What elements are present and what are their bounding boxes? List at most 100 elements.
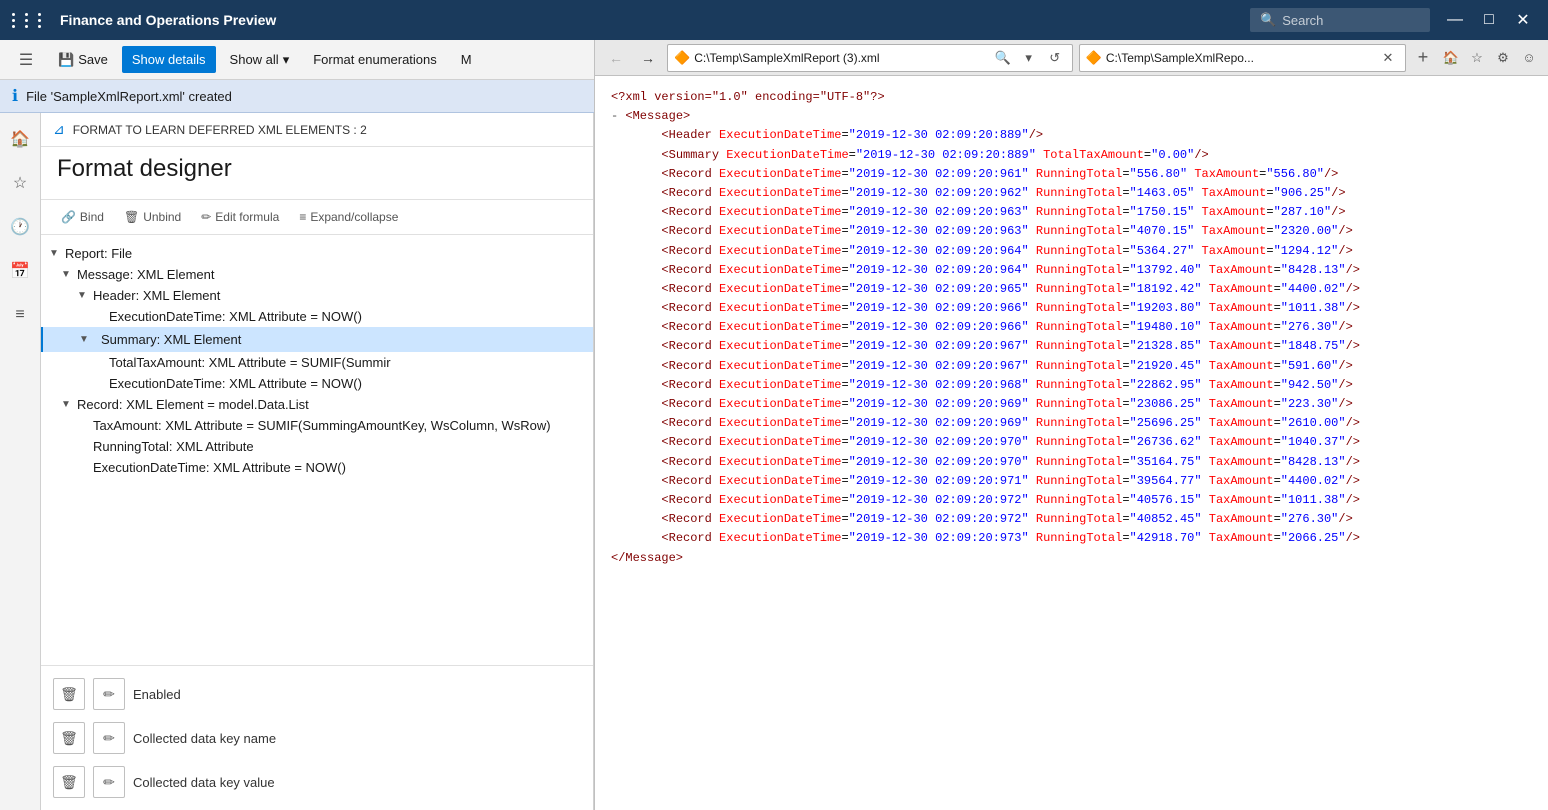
xml-closing-tag: </Message> [611, 549, 1532, 568]
sidebar-list-button[interactable]: ≡ [2, 297, 38, 333]
browser-address-text: C:\Temp\SampleXmlReport (3).xml [694, 51, 987, 65]
unbind-button[interactable]: 🗑 Unbind [116, 206, 189, 228]
xml-line: <Record ExecutionDateTime="2019-12-30 02… [611, 337, 1532, 356]
xml-declaration: <?xml version="1.0" encoding="UTF-8"?> [611, 88, 1532, 107]
browser-panel: ← → 🔶 C:\Temp\SampleXmlReport (3).xml 🔍 … [595, 40, 1548, 810]
browser-second-address: 🔶 C:\Temp\SampleXmlRepo... ✕ [1079, 44, 1406, 72]
search-input[interactable] [1282, 13, 1402, 28]
xml-line: <Record ExecutionDateTime="2019-12-30 02… [611, 529, 1532, 548]
bind-button[interactable]: 🔗 Bind [53, 206, 112, 228]
tree-label: Report: File [65, 246, 132, 261]
browser-new-tab-button[interactable]: + [1412, 47, 1434, 69]
app-title: Finance and Operations Preview [60, 12, 1238, 28]
xml-line: <Record ExecutionDateTime="2019-12-30 02… [611, 222, 1532, 241]
more-button[interactable]: M [451, 46, 482, 73]
tree-item[interactable]: ▼ Record: XML Element = model.Data.List [41, 394, 593, 415]
xml-line: <Record ExecutionDateTime="2019-12-30 02… [611, 453, 1532, 472]
browser-home-icon-button[interactable]: 🏠 [1440, 47, 1462, 69]
notification-bar: ℹ File 'SampleXmlReport.xml' created [0, 80, 594, 113]
search-bar: 🔍 [1250, 8, 1430, 32]
format-enumerations-button[interactable]: Format enumerations [303, 46, 447, 73]
xml-line: <Record ExecutionDateTime="2019-12-30 02… [611, 414, 1532, 433]
designer-title: Format designer [57, 155, 577, 183]
tree-item[interactable]: RunningTotal: XML Attribute [41, 436, 593, 457]
sidebar-calendar-button[interactable]: 📅 [2, 253, 38, 289]
edit-formula-icon: ✏ [201, 210, 211, 224]
tree-arrow[interactable]: ▼ [61, 269, 73, 280]
tree-item[interactable]: TotalTaxAmount: XML Attribute = SUMIF(Su… [41, 352, 593, 373]
browser-favicon: 🔶 [674, 50, 690, 66]
tree-label: RunningTotal: XML Attribute [93, 439, 254, 454]
hamburger-button[interactable]: ☰ [8, 42, 44, 78]
key-name-label: Collected data key name [133, 731, 276, 746]
tree-item[interactable]: ExecutionDateTime: XML Attribute = NOW() [41, 457, 593, 478]
tree-item-selected[interactable]: ▼ Summary: XML Element [41, 327, 593, 352]
tree-label: ExecutionDateTime: XML Attribute = NOW() [109, 376, 362, 391]
window-maximize-button[interactable]: □ [1476, 7, 1502, 33]
tree-label: ExecutionDateTime: XML Attribute = NOW() [93, 460, 346, 475]
show-all-button[interactable]: Show all ▾ [220, 46, 300, 74]
tree-arrow[interactable]: ▼ [79, 334, 91, 345]
tree-item[interactable]: TaxAmount: XML Attribute = SUMIF(Summing… [41, 415, 593, 436]
save-icon: 💾 [58, 52, 74, 68]
xml-line: <Record ExecutionDateTime="2019-12-30 02… [611, 395, 1532, 414]
save-button[interactable]: 💾 Save [48, 46, 118, 74]
browser-address-icons: 🔍 ▾ ↺ [992, 47, 1066, 69]
edit-key-name-button[interactable]: ✏ [93, 722, 125, 754]
browser-star-icon-button[interactable]: ☆ [1466, 47, 1488, 69]
xml-line: <Record ExecutionDateTime="2019-12-30 02… [611, 491, 1532, 510]
delete-enabled-button[interactable]: 🗑 [53, 678, 85, 710]
show-details-button[interactable]: Show details [122, 46, 216, 73]
chevron-down-icon: ▾ [283, 52, 290, 68]
tree-item[interactable]: ExecutionDateTime: XML Attribute = NOW() [41, 306, 593, 327]
browser-back-button[interactable]: ← [603, 45, 629, 71]
window-close-button[interactable]: ✕ [1510, 7, 1536, 33]
tree-container: ▼ Report: File ▼ Message: XML Element ▼ … [41, 235, 593, 665]
tree-item[interactable]: ▼ Header: XML Element [41, 285, 593, 306]
info-icon: ℹ [12, 86, 18, 106]
xml-line: <Record ExecutionDateTime="2019-12-30 02… [611, 280, 1532, 299]
tree-arrow[interactable]: ▼ [61, 399, 73, 410]
window-minimize-button[interactable]: — [1442, 7, 1468, 33]
tree-arrow[interactable]: ▼ [49, 248, 61, 259]
expand-collapse-icon: ≡ [299, 210, 306, 224]
tree-label: TaxAmount: XML Attribute = SUMIF(Summing… [93, 418, 551, 433]
left-panel: ⊿ FORMAT TO LEARN DEFERRED XML ELEMENTS … [41, 113, 594, 810]
browser-search-address-button[interactable]: 🔍 [992, 47, 1014, 69]
browser-smiley-icon-button[interactable]: ☺ [1518, 47, 1540, 69]
xml-line: <Record ExecutionDateTime="2019-12-30 02… [611, 357, 1532, 376]
edit-enabled-button[interactable]: ✏ [93, 678, 125, 710]
tree-arrow[interactable]: ▼ [77, 290, 89, 301]
key-value-label: Collected data key value [133, 775, 275, 790]
tree-item[interactable]: ExecutionDateTime: XML Attribute = NOW() [41, 373, 593, 394]
sub-toolbar: 🔗 Bind 🗑 Unbind ✏ Edit formula ≡ Expand/… [41, 200, 593, 235]
xml-line: <Record ExecutionDateTime="2019-12-30 02… [611, 184, 1532, 203]
tree-item[interactable]: ▼ Report: File [41, 243, 593, 264]
prop-row-enabled: 🗑 ✏ Enabled [53, 678, 581, 710]
sidebar-icons: 🏠 ☆ 🕐 📅 ≡ [0, 113, 41, 810]
notification-text: File 'SampleXmlReport.xml' created [26, 89, 232, 104]
expand-collapse-button[interactable]: ≡ Expand/collapse [291, 206, 406, 228]
edit-key-value-button[interactable]: ✏ [93, 766, 125, 798]
browser-forward-button[interactable]: → [635, 45, 661, 71]
browser-favicon2: 🔶 [1086, 50, 1102, 66]
edit-formula-button[interactable]: ✏ Edit formula [193, 206, 287, 228]
delete-key-value-button[interactable]: 🗑 [53, 766, 85, 798]
xml-line: <Record ExecutionDateTime="2019-12-30 02… [611, 318, 1532, 337]
browser-refresh-button[interactable]: ↺ [1044, 47, 1066, 69]
sidebar-star-button[interactable]: ☆ [2, 165, 38, 201]
delete-key-name-button[interactable]: 🗑 [53, 722, 85, 754]
browser-second-address-text: C:\Temp\SampleXmlRepo... [1106, 51, 1373, 65]
tree-label: Header: XML Element [93, 288, 220, 303]
browser-gear-icon-button[interactable]: ⚙ [1492, 47, 1514, 69]
browser-close-tab-button[interactable]: ✕ [1377, 47, 1399, 69]
prop-row-key-name: 🗑 ✏ Collected data key name [53, 722, 581, 754]
xml-line: <Record ExecutionDateTime="2019-12-30 02… [611, 472, 1532, 491]
sidebar-home-button[interactable]: 🏠 [2, 121, 38, 157]
xml-line: <Record ExecutionDateTime="2019-12-30 02… [611, 261, 1532, 280]
tree-item[interactable]: ▼ Message: XML Element [41, 264, 593, 285]
xml-content: <?xml version="1.0" encoding="UTF-8"?> -… [595, 76, 1548, 810]
waffle-icon[interactable] [12, 13, 48, 28]
browser-dropdown-button[interactable]: ▾ [1018, 47, 1040, 69]
sidebar-clock-button[interactable]: 🕐 [2, 209, 38, 245]
